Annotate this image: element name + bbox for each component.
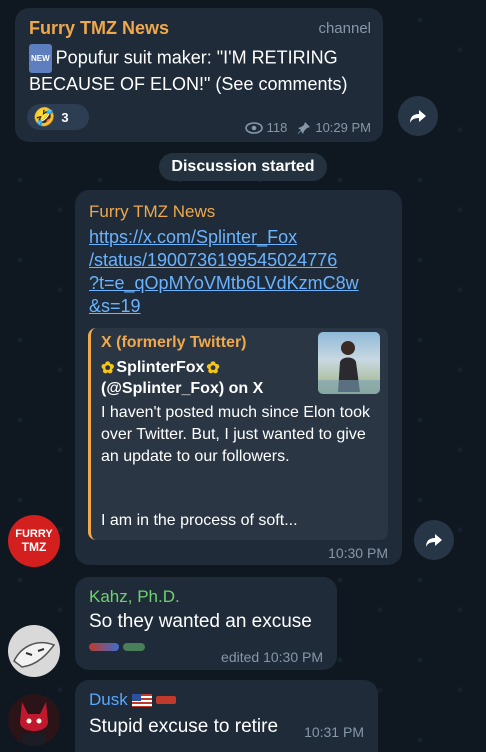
pin-icon	[298, 121, 311, 134]
reply-bubble[interactable]: Kahz, Ph.D. So they wanted an excuse edi…	[75, 577, 337, 670]
character-avatar-icon	[20, 702, 48, 746]
preview-site: X (formerly Twitter)	[101, 334, 247, 351]
reply-time: 10:31 PM	[304, 724, 364, 740]
person-silhouette-icon	[318, 341, 380, 394]
reply-author-row: Dusk	[89, 690, 176, 710]
kahz-avatar[interactable]	[8, 625, 60, 677]
reply-text: So they wanted an excuse	[89, 611, 312, 632]
reaction-count: 3	[61, 109, 69, 125]
discussion-started-pill: Discussion started	[159, 153, 327, 181]
reaction-chip[interactable]: 🤣 3	[27, 104, 89, 130]
channel-label: channel	[318, 20, 371, 37]
us-flag-icon	[131, 693, 152, 707]
preview-name-row: ✿ SplinterFox ✿	[101, 358, 220, 378]
forward-time: 10:30 PM	[328, 545, 388, 561]
discussion-started-text: Discussion started	[171, 158, 315, 175]
user-badges	[89, 643, 145, 651]
sunflower-icon: ✿	[101, 360, 115, 377]
share-arrow-icon	[410, 110, 426, 123]
link-preview[interactable]: X (formerly Twitter) ✿ SplinterFox ✿ (@S…	[88, 328, 388, 540]
reply-status: edited 10:30 PM	[221, 649, 323, 665]
new-badge: NEW	[29, 44, 52, 73]
post-link-line: https://x.com/Splinter_Fox	[89, 227, 298, 247]
post-link-line: /status/1900736199545024776	[89, 250, 338, 270]
badge-icon	[89, 643, 119, 651]
badge-icon	[155, 696, 176, 704]
channel-name[interactable]: Furry TMZ News	[29, 18, 169, 39]
badge-icon	[123, 643, 145, 651]
post-link[interactable]: https://x.com/Splinter_Fox /status/19007…	[89, 226, 389, 318]
channel-post-bubble[interactable]: Furry TMZ News channel NEW Popufur suit m…	[15, 8, 383, 142]
preview-handle: (@Splinter_Fox) on X	[101, 380, 264, 397]
reply-author[interactable]: Dusk	[89, 690, 128, 710]
post-text: Popufur suit maker: "I'M RETIRING BECAUS…	[29, 47, 348, 94]
reply-text: Stupid excuse to retire	[89, 716, 279, 737]
views-count: 118	[266, 120, 288, 135]
share-arrow-icon	[426, 534, 442, 547]
preview-text: I haven't posted much since Elon took ov…	[101, 404, 370, 465]
preview-thumbnail[interactable]	[318, 332, 380, 394]
post-link-line: &s=19	[89, 296, 141, 316]
dusk-avatar[interactable]	[8, 694, 60, 746]
eye-icon	[244, 121, 263, 134]
sunflower-icon: ✿	[206, 360, 220, 377]
share-button[interactable]	[414, 520, 454, 560]
reaction-emoji: 🤣	[33, 106, 56, 127]
furry-tmz-avatar[interactable]: FURRY TMZ	[8, 515, 60, 567]
avatar-text: TMZ	[21, 540, 47, 554]
forward-author[interactable]: Furry TMZ News	[89, 202, 215, 222]
share-button[interactable]	[398, 96, 438, 136]
forward-post-bubble[interactable]: Furry TMZ News https://x.com/Splinter_Fo…	[75, 190, 402, 565]
post-link-line: ?t=e_qOpMYoVMtb6LVdKzmC8w	[89, 273, 359, 293]
preview-text-continued: I am in the process of soft...	[101, 512, 298, 529]
sketch-avatar-icon	[13, 641, 56, 668]
post-time: 10:29 PM	[315, 120, 371, 135]
preview-name: SplinterFox	[116, 359, 205, 376]
reply-bubble[interactable]: Dusk Stupid excuse to retire 10:31 PM	[75, 680, 378, 752]
reply-author[interactable]: Kahz, Ph.D.	[89, 587, 180, 607]
